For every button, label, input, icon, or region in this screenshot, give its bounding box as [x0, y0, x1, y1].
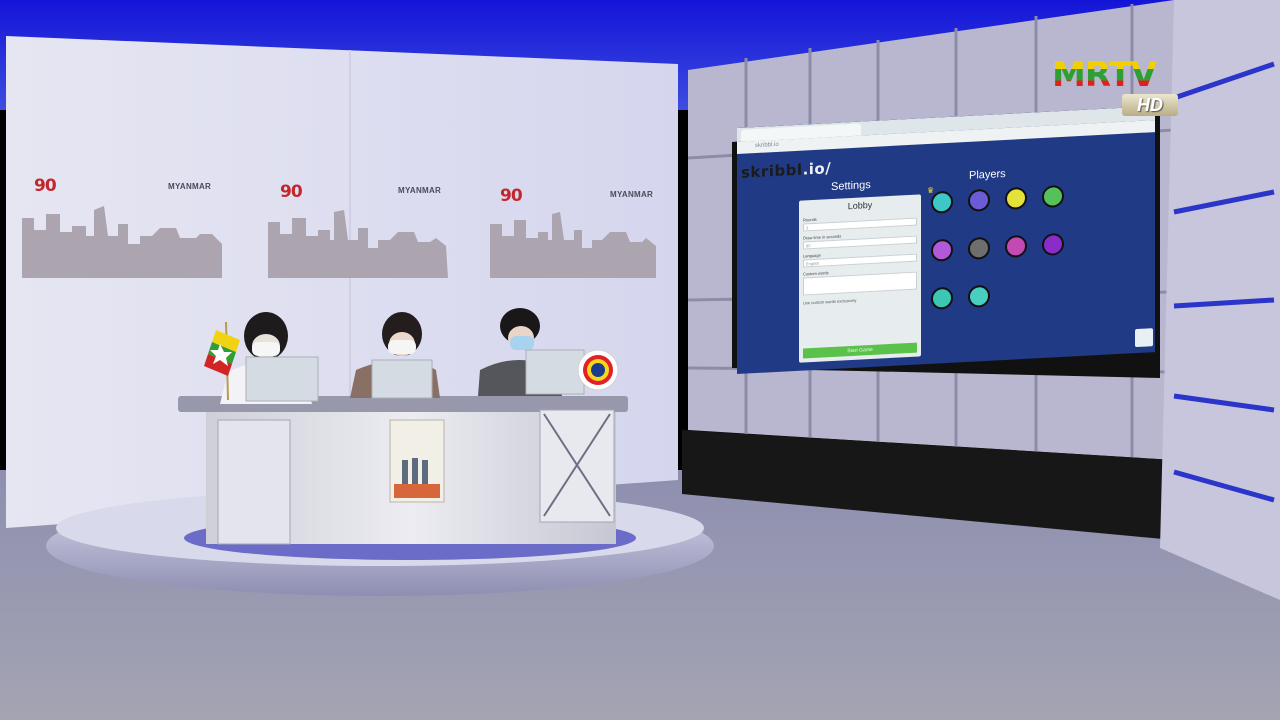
player-name	[1036, 210, 1070, 212]
banner-logo: 90	[280, 182, 303, 202]
player-name	[1036, 258, 1070, 260]
player-name	[925, 263, 959, 265]
player-name	[925, 311, 959, 313]
player-avatar[interactable]: ♛	[925, 186, 959, 238]
player-avatar[interactable]	[962, 284, 996, 332]
player-name	[999, 211, 1033, 213]
player-face	[968, 188, 990, 212]
player-face	[1042, 184, 1064, 209]
tv-studio-frame: 90 MYANMAR 90 MYANMAR 90 MYANMAR skribbl…	[0, 0, 1280, 720]
player-avatar[interactable]	[962, 236, 996, 284]
banner-logo: 90	[34, 176, 57, 196]
tv-screen: skribbl.io skribbl.io/ Settings Players …	[737, 106, 1155, 374]
player-face	[931, 190, 953, 214]
player-name	[962, 309, 996, 311]
game-logo: skribbl.io/	[741, 159, 831, 182]
player-face	[1042, 232, 1064, 257]
player-avatar[interactable]	[1036, 232, 1070, 281]
custom-words-checkbox[interactable]: Use custom words exclusively	[803, 294, 921, 306]
banner-text: MYANMAR	[610, 190, 654, 199]
player-name	[999, 259, 1033, 261]
player-name	[962, 261, 996, 263]
screen-corner-icon	[1135, 328, 1153, 348]
url-text: skribbl.io	[755, 141, 779, 150]
settings-title: Settings	[831, 178, 871, 194]
player-avatar[interactable]	[999, 186, 1033, 234]
player-name	[925, 215, 959, 217]
game-logo-dark: skribbl	[741, 160, 803, 182]
players-grid: ♛	[925, 180, 1149, 310]
player-avatar[interactable]	[999, 234, 1033, 282]
game-logo-light: .io/	[802, 159, 832, 179]
player-face	[931, 286, 953, 310]
player-name	[962, 213, 996, 215]
player-face	[968, 284, 990, 308]
player-face	[1005, 186, 1027, 210]
player-face	[1005, 234, 1027, 258]
start-game-button[interactable]: Start Game	[803, 342, 917, 359]
banner-logo: 90	[500, 186, 523, 206]
player-face	[968, 236, 990, 260]
banner-text: MYANMAR	[168, 182, 212, 191]
players-title: Players	[969, 167, 1006, 182]
player-avatar[interactable]	[1036, 184, 1070, 233]
channel-logo: MRTV HD	[1052, 58, 1184, 120]
anchor-desk	[178, 396, 628, 545]
asean-emblem	[577, 349, 619, 391]
player-avatar[interactable]	[962, 188, 996, 236]
player-avatar[interactable]	[925, 238, 959, 286]
hd-badge: HD	[1122, 94, 1178, 116]
crown-icon: ♛	[927, 185, 935, 196]
player-face	[931, 238, 953, 262]
settings-panel: Lobby Rounds 3 Draw time in seconds 80 L…	[799, 194, 921, 363]
mrtv-logo-text: MRTV	[1052, 58, 1184, 92]
player-avatar[interactable]	[925, 286, 959, 334]
banner-text: MYANMAR	[398, 186, 442, 195]
